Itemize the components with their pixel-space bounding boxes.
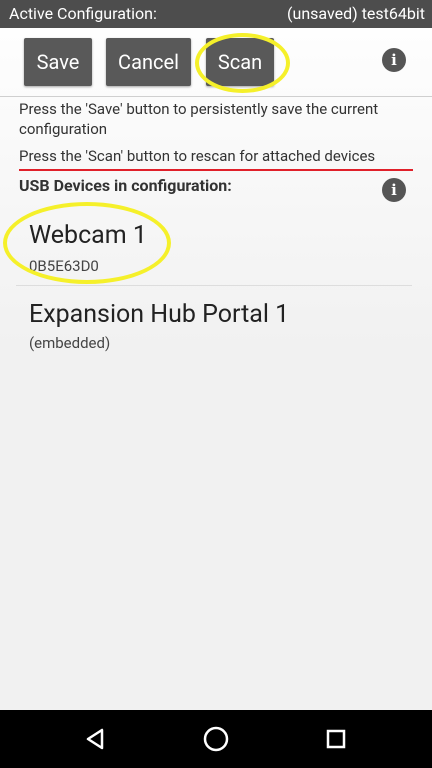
device-serial: (embedded) (29, 334, 111, 352)
scan-help-underline (19, 169, 413, 171)
save-help-text: Press the 'Save' button to persistently … (19, 100, 379, 138)
configuration-name: (unsaved) test64bit (287, 4, 425, 23)
cancel-button[interactable]: Cancel (106, 38, 191, 86)
device-serial: 0B5E63D0 (29, 257, 99, 275)
toolbar-divider (0, 96, 432, 97)
home-circle-icon[interactable] (201, 724, 231, 754)
scan-help-text: Press the 'Scan' button to rescan for at… (19, 147, 376, 165)
recent-apps-square-icon[interactable] (321, 724, 351, 754)
device-item-expansion-hub[interactable]: Expansion Hub Portal 1 (embedded) (0, 284, 432, 362)
active-configuration-label: Active Configuration: (9, 4, 157, 23)
usb-devices-header: USB Devices in configuration: (19, 176, 232, 195)
scan-button[interactable]: Scan (206, 38, 274, 86)
info-icon[interactable]: i (382, 48, 406, 72)
usb-info-icon[interactable]: i (382, 178, 406, 202)
device-name: Expansion Hub Portal 1 (29, 300, 290, 329)
back-triangle-icon[interactable] (81, 724, 111, 754)
toolbar: Save Cancel Scan (0, 28, 432, 96)
status-bar: Active Configuration: (unsaved) test64bi… (0, 0, 432, 28)
navigation-bar (0, 710, 432, 768)
device-item-webcam[interactable]: Webcam 1 0B5E63D0 (0, 205, 432, 283)
save-button[interactable]: Save (24, 38, 92, 86)
device-name: Webcam 1 (29, 221, 147, 250)
